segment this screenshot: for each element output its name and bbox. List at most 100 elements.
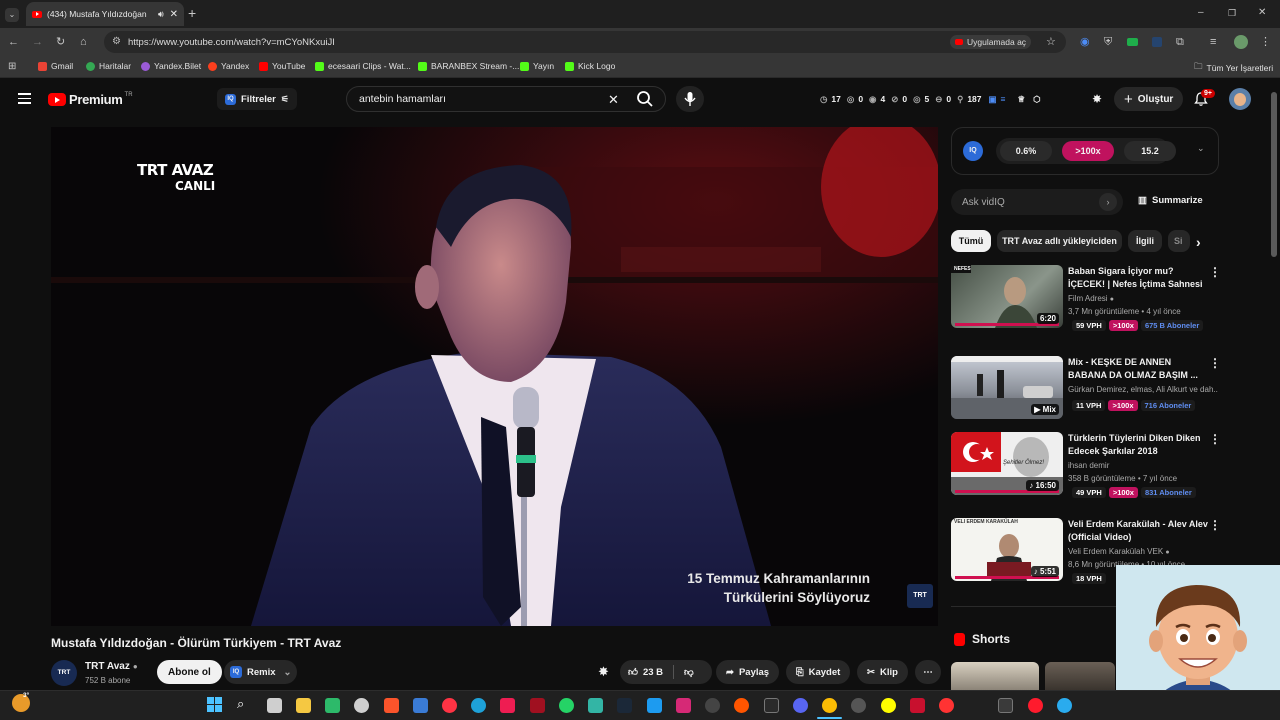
video-player[interactable]: TRT AVAZ CANLI 15 Temmuz Kahramanlarının… xyxy=(51,127,938,626)
send-arrow-icon[interactable]: › xyxy=(1099,193,1117,211)
opera-icon[interactable] xyxy=(1028,698,1043,713)
tiktok-icon[interactable] xyxy=(500,698,515,713)
search-icon[interactable] xyxy=(635,89,655,109)
copilot-icon[interactable] xyxy=(325,698,340,713)
channel-avatar[interactable]: TRT xyxy=(51,660,77,686)
chip-more[interactable]: Si xyxy=(1168,230,1190,252)
video-title[interactable]: Mix - KEŞKE DE ANNEN BABANA DA OLMAZ BAŞ… xyxy=(1068,356,1208,382)
video-thumbnail[interactable]: Şehitler Ölmez! ♪ 16:50 xyxy=(951,432,1063,495)
clear-search-icon[interactable]: ✕ xyxy=(608,92,619,108)
more-options-icon[interactable]: ⋮ xyxy=(1209,518,1221,532)
taskbar-search-icon[interactable]: ⌕ xyxy=(237,696,244,712)
video-title[interactable]: Baban Sigara İçiyor mu? İÇECEK! | Nefes … xyxy=(1068,265,1208,291)
epic-games-icon[interactable] xyxy=(764,698,779,713)
twitter-icon[interactable] xyxy=(647,698,662,713)
video-thumbnail[interactable]: VELI ERDEM KARAKÜLAH ♪ 5:51 xyxy=(951,518,1063,581)
soundcloud-icon[interactable] xyxy=(734,698,749,713)
discord-icon[interactable] xyxy=(793,698,808,713)
site-info-icon[interactable]: ⚙ xyxy=(112,36,121,47)
bookmark-gmail[interactable]: Gmail xyxy=(38,61,73,71)
file-explorer-icon[interactable] xyxy=(296,698,311,713)
search-value[interactable]: antebin hamamları xyxy=(359,93,446,105)
whatsapp-icon[interactable] xyxy=(559,698,574,713)
chip-from-uploader[interactable]: TRT Avaz adlı yükleyiciden xyxy=(997,230,1122,252)
profile-avatar[interactable] xyxy=(1234,35,1248,49)
vidiq-badge-icon[interactable]: ✸ xyxy=(1092,92,1108,106)
app-red-icon[interactable] xyxy=(530,698,545,713)
reload-icon[interactable]: ↻ xyxy=(56,36,65,48)
extensions-puzzle-icon[interactable]: ⧉ xyxy=(1176,36,1184,48)
more-actions-button[interactable]: ⋯ xyxy=(915,660,941,684)
expand-chevron-icon[interactable]: ⌄ xyxy=(1197,143,1205,154)
search-input[interactable]: antebin hamamları ✕ xyxy=(346,86,666,112)
create-button[interactable]: + Oluştur xyxy=(1114,87,1184,111)
video-thumbnail[interactable]: NEFES 6:20 xyxy=(951,265,1063,328)
related-video-card[interactable]: ▶︎ Mix Mix - KEŞKE DE ANNEN BABANA DA OL… xyxy=(951,356,1221,422)
yandex-browser-icon[interactable] xyxy=(939,698,954,713)
new-tab-icon[interactable]: + xyxy=(188,6,196,20)
url-text[interactable]: https://www.youtube.com/watch?v=mCYoNKxu… xyxy=(128,37,335,48)
video-thumbnail[interactable]: ▶︎ Mix xyxy=(951,356,1063,419)
voice-search-icon[interactable] xyxy=(676,86,704,112)
minimize-icon[interactable]: – xyxy=(1198,7,1204,19)
channel-name[interactable]: TRT Avaz ● xyxy=(85,661,138,672)
steam-icon[interactable] xyxy=(617,698,632,713)
back-icon[interactable]: ← xyxy=(8,36,19,48)
subscribe-button[interactable]: Abone ol xyxy=(157,660,222,684)
related-video-card[interactable]: Şehitler Ölmez! ♪ 16:50 Türklerin Tüyler… xyxy=(951,432,1221,498)
bookmark-kick-logo[interactable]: Kick Logo xyxy=(565,61,615,71)
user-avatar[interactable] xyxy=(1229,88,1251,110)
bookmark-yandex-bilet[interactable]: Yandex.Bilet xyxy=(141,61,201,71)
bookmark-yayin[interactable]: Yayın xyxy=(520,61,554,71)
like-count[interactable]: 23 B xyxy=(643,667,663,678)
bookmark-baranbex[interactable]: BARANBEX Stream -... xyxy=(418,61,519,71)
app-github-icon[interactable] xyxy=(851,698,866,713)
forward-icon[interactable]: → xyxy=(32,36,43,48)
extension-1-icon[interactable]: ◉ xyxy=(1080,36,1090,48)
edge-icon[interactable] xyxy=(471,698,486,713)
related-video-card[interactable]: NEFES 6:20 Baban Sigara İçiyor mu? İÇECE… xyxy=(951,265,1221,331)
chip-all[interactable]: Tümü xyxy=(951,230,991,252)
summarize-button[interactable]: ▥ Summarize xyxy=(1138,195,1203,206)
brave-icon[interactable] xyxy=(384,698,399,713)
chips-next-icon[interactable]: › xyxy=(1196,234,1201,250)
youtube-logo[interactable]: Premium TR xyxy=(48,92,133,107)
all-bookmarks[interactable]: 🗀 Tüm Yer İşaretleri xyxy=(1194,61,1273,75)
clip-button[interactable]: ✂ Klip xyxy=(857,660,908,684)
more-options-icon[interactable]: ⋮ xyxy=(1209,356,1221,370)
video-title[interactable]: Türklerin Tüylerini Diken Diken Edecek Ş… xyxy=(1068,432,1208,458)
settings-gear-icon[interactable] xyxy=(354,698,369,713)
bookmark-kick-clips[interactable]: ecesaari Clips - Wat... xyxy=(315,61,411,71)
active-tab[interactable]: (434) Mustafa Yıldızdoğan 🔊︎ ✕ xyxy=(26,2,184,26)
filters-button[interactable]: IQ Filtreler ⚟ xyxy=(217,88,297,110)
app-teal-icon[interactable] xyxy=(588,698,603,713)
apps-grid-icon[interactable]: ⊞ xyxy=(8,61,16,73)
tab-search-icon[interactable]: ⌄ xyxy=(5,8,19,22)
tab-close-icon[interactable]: ✕ xyxy=(170,9,178,20)
chrome-icon[interactable] xyxy=(822,698,837,713)
tab-audio-icon[interactable]: 🔊︎ xyxy=(158,9,164,20)
thumbs-up-icon[interactable]: 👍︎ xyxy=(628,666,638,678)
ask-vidiq-input[interactable]: Ask vidIQ › xyxy=(951,189,1123,215)
home-icon[interactable]: ⌂ xyxy=(80,36,87,48)
more-options-icon[interactable]: ⋮ xyxy=(1209,265,1221,279)
open-in-app-button[interactable]: Uygulamada aç xyxy=(950,35,1032,49)
channel-name-text[interactable]: TRT Avaz xyxy=(85,661,130,672)
bookmark-yandex[interactable]: Yandex xyxy=(208,61,249,71)
media-player-icon[interactable] xyxy=(442,698,457,713)
snapchat-icon[interactable] xyxy=(881,698,896,713)
maximize-icon[interactable]: ❐ xyxy=(1228,7,1236,19)
share-button[interactable]: ➦ Paylaş xyxy=(716,660,780,684)
bookmark-star-icon[interactable]: ☆ xyxy=(1046,35,1056,48)
store-icon[interactable] xyxy=(413,698,428,713)
short-thumbnail[interactable] xyxy=(1045,662,1115,690)
thumbs-down-icon[interactable]: 👎︎ xyxy=(684,666,694,678)
window-close-icon[interactable]: ✕ xyxy=(1258,7,1266,19)
browser-menu-icon[interactable]: ⋮ xyxy=(1260,36,1271,48)
extension-3-icon[interactable] xyxy=(1127,38,1138,46)
page-scrollbar-thumb[interactable] xyxy=(1271,92,1277,257)
save-button[interactable]: ⎘ Kaydet xyxy=(786,660,851,684)
reading-list-icon[interactable]: ≡ xyxy=(1210,36,1216,48)
video-title[interactable]: Veli Erdem Karakülah - Alev Alev (Offici… xyxy=(1068,518,1208,544)
hamburger-menu-icon[interactable] xyxy=(18,93,31,104)
